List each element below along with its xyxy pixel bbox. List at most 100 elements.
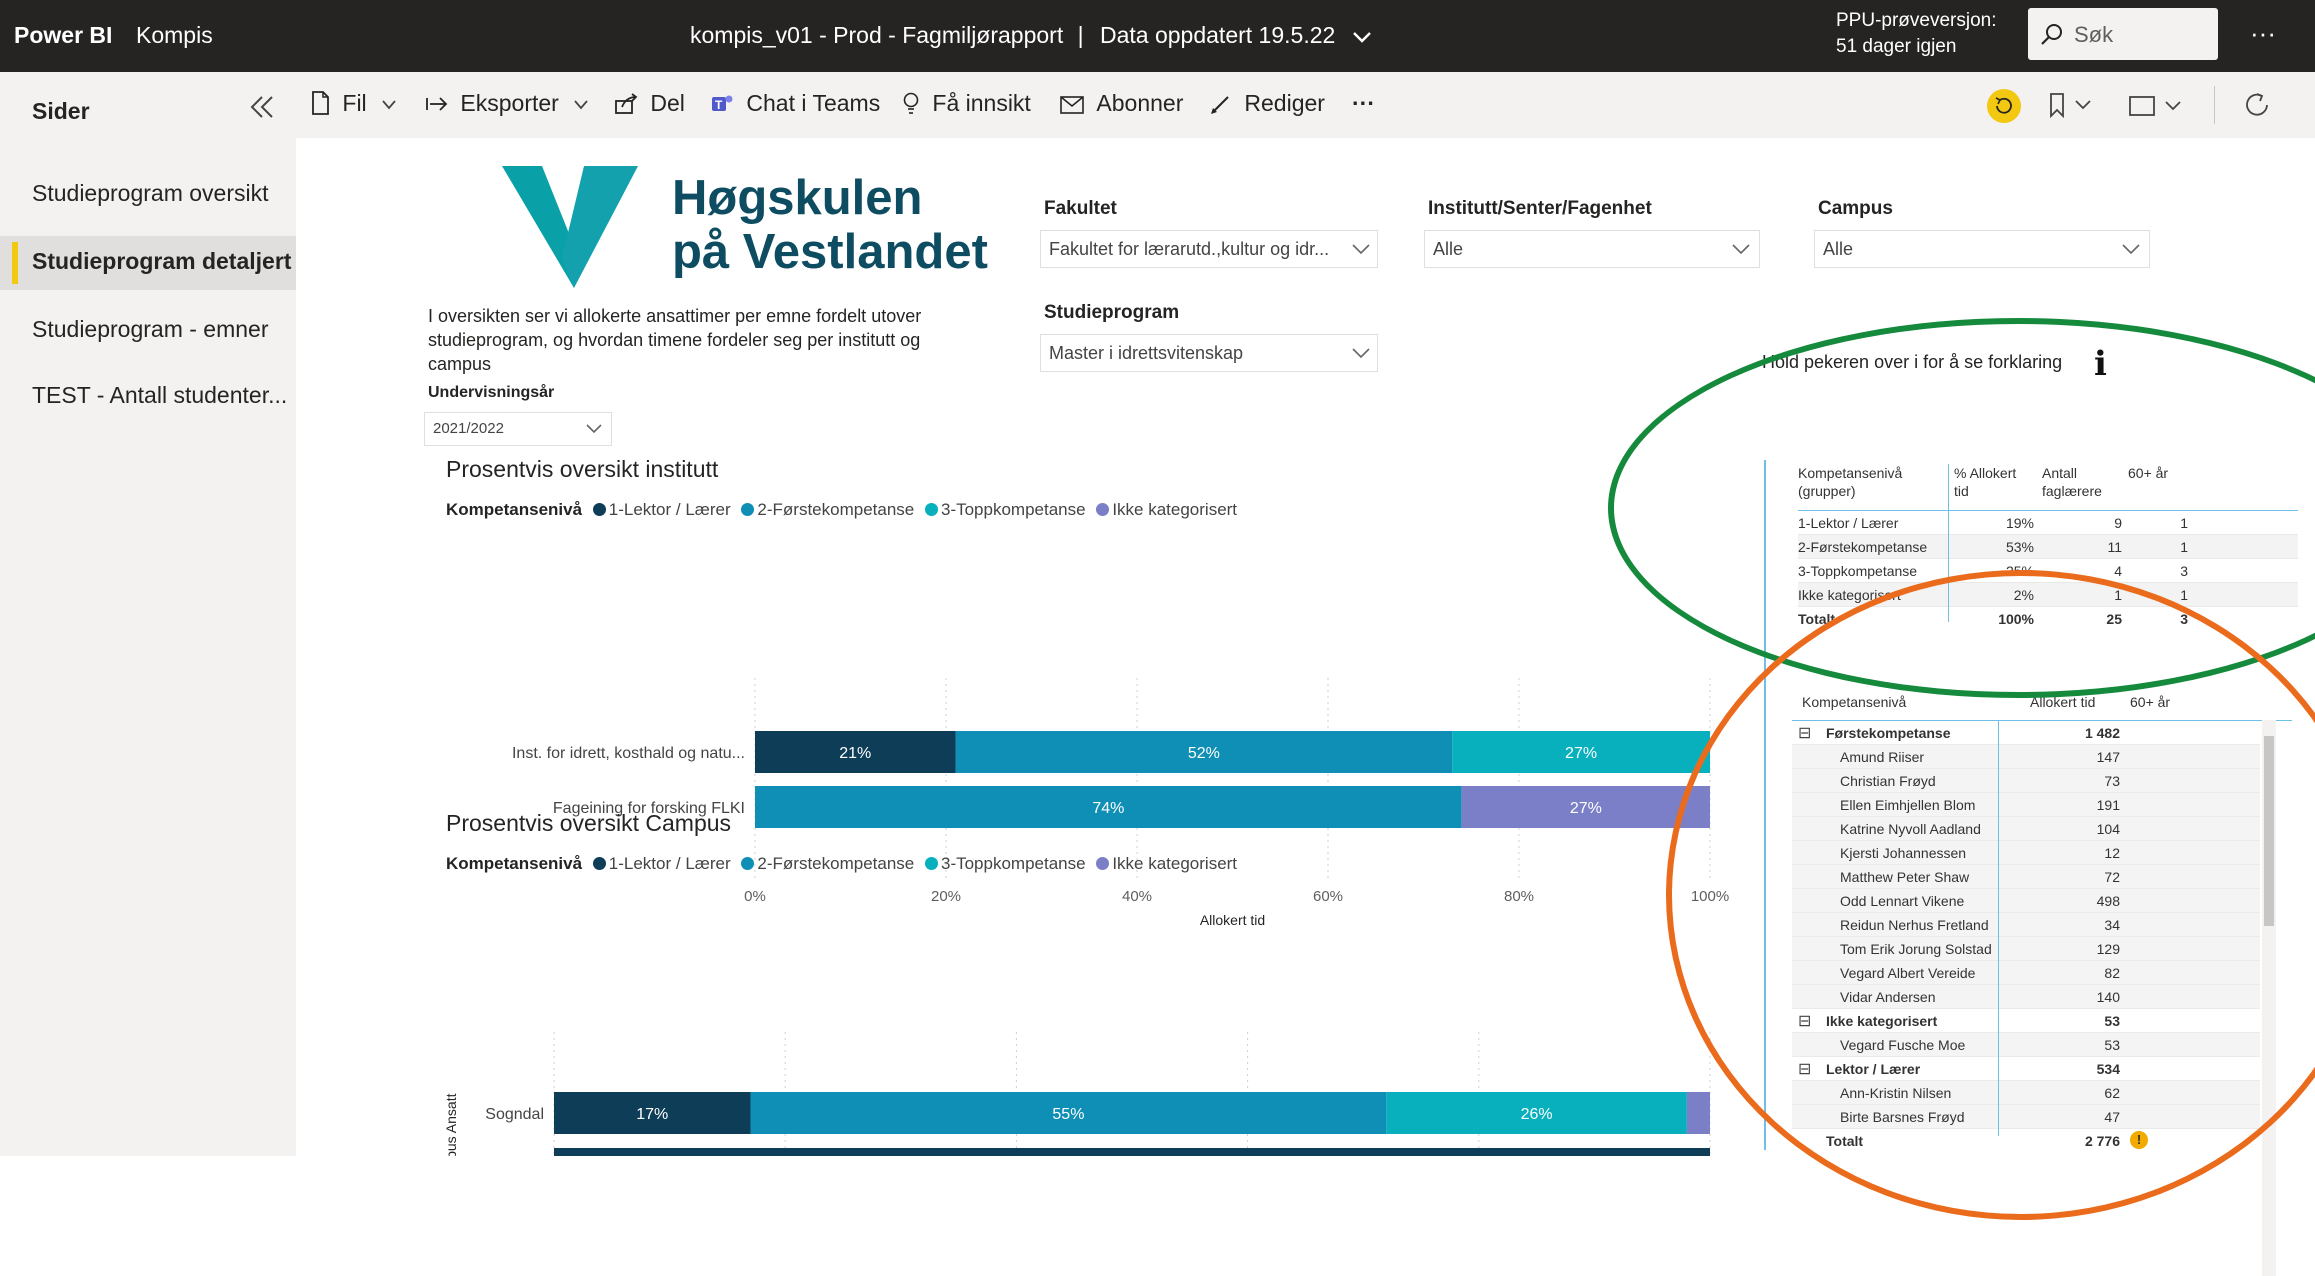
detail-total-row[interactable]: Totalt 2 776!: [1792, 1129, 2260, 1152]
header-line: faglærere: [2042, 483, 2102, 499]
file-menu[interactable]: Fil: [310, 90, 397, 117]
refresh-icon[interactable]: [2242, 90, 2272, 120]
table-row[interactable]: Vegard Fusche Moe 53: [1792, 1033, 2260, 1057]
summary-header-cell[interactable]: Kompetansenivå (grupper): [1798, 464, 1902, 500]
collapse-pane-icon[interactable]: [248, 94, 276, 120]
column-divider: [1948, 464, 1949, 622]
edit-button[interactable]: Rediger: [1210, 90, 1325, 117]
view-icon[interactable]: [2128, 94, 2190, 118]
data-label: 74%: [1092, 800, 1124, 817]
chart1-legend: Kompetansenivå 1-Lektor / Lærer 2-Første…: [446, 500, 1238, 519]
detail-header-cell[interactable]: Kompetansenivå: [1802, 694, 1906, 710]
row-value: 140: [2096, 989, 2120, 1005]
nav-item-test-antall-studenter[interactable]: TEST - Antall studenter...: [32, 382, 287, 409]
data-label: 55%: [1052, 1106, 1084, 1123]
detail-header-cell[interactable]: Allokert tid: [2030, 694, 2095, 710]
powerbi-brand[interactable]: Power BI: [14, 22, 112, 49]
legend-item-ikke[interactable]: Ikke kategorisert: [1090, 854, 1237, 873]
info-icon[interactable]: i: [2094, 344, 2107, 384]
row-value: 12: [2104, 845, 2120, 861]
table-row[interactable]: Amund Riiser 147: [1792, 745, 2260, 769]
table-row[interactable]: Ann-Kristin Nilsen 62: [1792, 1081, 2260, 1105]
collapse-toggle-icon[interactable]: ⊟: [1798, 1059, 1811, 1079]
row-label: Odd Lennart Vikene: [1840, 893, 1965, 909]
table-row[interactable]: Reidun Nerhus Fretland 34: [1792, 913, 2260, 937]
group-row[interactable]: ⊟ Ikke kategorisert 53: [1792, 1009, 2260, 1033]
row-value: 47: [2104, 1109, 2120, 1125]
table-row[interactable]: 2-Førstekompetanse 53% 11 1: [1798, 535, 2298, 559]
institute-filter-label: Institutt/Senter/Fagenhet: [1428, 198, 1652, 219]
reset-icon[interactable]: [1986, 88, 2022, 124]
chevron-down-icon: [1352, 244, 1370, 255]
bookmark-icon[interactable]: [2048, 92, 2098, 118]
chat-in-teams-button[interactable]: T Chat i Teams: [710, 90, 880, 117]
workspace-link[interactable]: Kompis: [136, 22, 213, 49]
table-row[interactable]: Ellen Eimhjellen Blom 191: [1792, 793, 2260, 817]
table-row[interactable]: Ikke kategorisert 2% 1 1: [1798, 583, 2298, 607]
search-box[interactable]: Søk: [2028, 8, 2218, 60]
table-row[interactable]: 3-Toppkompetanse 25% 4 3: [1798, 559, 2298, 583]
get-insights-button[interactable]: Få innsikt: [902, 90, 1031, 117]
campus-filter-dropdown[interactable]: Alle: [1814, 230, 2150, 268]
summary-total-row[interactable]: Totalt 100% 25 3: [1798, 607, 2298, 630]
share-button[interactable]: Del: [614, 90, 685, 117]
legend-item-forste[interactable]: 2-Førstekompetanse: [735, 854, 914, 873]
row-label: Ikke kategorisert: [1826, 1013, 1938, 1029]
summary-header-cell[interactable]: Antall faglærere: [2042, 464, 2102, 500]
summary-header-cell[interactable]: % Allokert tid: [1954, 464, 2016, 500]
data-label: 26%: [1521, 1106, 1553, 1123]
bar-segment[interactable]: [1686, 1092, 1710, 1134]
nav-item-studieprogram-emner[interactable]: Studieprogram - emner: [32, 316, 269, 343]
legend-item-forste[interactable]: 2-Førstekompetanse: [735, 500, 914, 519]
table-row[interactable]: Tom Erik Jorung Solstad 129: [1792, 937, 2260, 961]
more-options-button[interactable]: ···: [2250, 18, 2276, 49]
nav-item-studieprogram-detaljert[interactable]: Studieprogram detaljert: [32, 248, 291, 275]
collapse-toggle-icon[interactable]: ⊟: [1798, 1011, 1811, 1031]
nav-item-studieprogram-oversikt[interactable]: Studieprogram oversikt: [32, 180, 269, 207]
toolbar-more-button[interactable]: ···: [1352, 90, 1375, 117]
table-row[interactable]: Christian Frøyd 73: [1792, 769, 2260, 793]
legend-item-lektor[interactable]: 1-Lektor / Lærer: [587, 854, 731, 873]
program-filter-dropdown[interactable]: Master i idrettsvitenskap: [1040, 334, 1378, 372]
table-row[interactable]: Katrine Nyvoll Aadland 104: [1792, 817, 2260, 841]
table-cell: 19%: [2005, 515, 2034, 531]
export-menu[interactable]: Eksporter: [424, 90, 589, 117]
table-row[interactable]: Kjersti Johannessen 12: [1792, 841, 2260, 865]
year-filter-label: Undervisningsår: [428, 384, 555, 401]
legend-item-topp[interactable]: 3-Toppkompetanse: [919, 854, 1086, 873]
detail-header-cell[interactable]: 60+ år: [2130, 694, 2170, 710]
table-row[interactable]: Vegard Albert Vereide 82: [1792, 961, 2260, 985]
warning-icon[interactable]: !: [2130, 1131, 2148, 1149]
legend-item-lektor[interactable]: 1-Lektor / Lærer: [587, 500, 731, 519]
detail-scrollbar[interactable]: [2262, 720, 2276, 1276]
campus-filter-label: Campus: [1818, 198, 1893, 219]
row-value: 62: [2104, 1085, 2120, 1101]
data-updated-dropdown[interactable]: Data oppdatert 19.5.22: [1100, 22, 1372, 49]
subscribe-button[interactable]: Abonner: [1060, 90, 1183, 117]
table-row[interactable]: 1-Lektor / Lærer 19% 9 1: [1798, 511, 2298, 535]
scrollbar-thumb[interactable]: [2264, 736, 2274, 926]
faculty-filter-dropdown[interactable]: Fakultet for lærarutd.,kultur og idr...: [1040, 230, 1378, 268]
collapse-toggle-icon[interactable]: ⊟: [1798, 723, 1811, 743]
legend-item-topp[interactable]: 3-Toppkompetanse: [919, 500, 1086, 519]
table-row[interactable]: Matthew Peter Shaw 72: [1792, 865, 2260, 889]
group-row[interactable]: ⊟ Lektor / Lærer 534: [1792, 1057, 2260, 1081]
svg-text:T: T: [715, 98, 723, 112]
table-row[interactable]: Odd Lennart Vikene 498: [1792, 889, 2260, 913]
row-label: Vegard Albert Vereide: [1840, 965, 1976, 981]
year-filter-dropdown[interactable]: 2021/2022: [424, 412, 612, 446]
table-row[interactable]: Vidar Andersen 140: [1792, 985, 2260, 1009]
top-bar: Power BI Kompis kompis_v01 - Prod - Fagm…: [0, 0, 2315, 72]
table-cell: 2-Førstekompetanse: [1798, 539, 1928, 555]
table-row[interactable]: Birte Barsnes Frøyd 47: [1792, 1105, 2260, 1129]
chevron-down-icon: [574, 100, 588, 110]
group-row[interactable]: ⊟ Førstekompetanse 1 482: [1792, 721, 2260, 745]
bar-segment[interactable]: [554, 1148, 1710, 1156]
legend-item-ikke[interactable]: Ikke kategorisert: [1090, 500, 1237, 519]
summary-header-cell[interactable]: 60+ år: [2128, 464, 2168, 482]
table-cell: 4: [2114, 563, 2122, 579]
row-value: 534: [2096, 1061, 2120, 1077]
search-placeholder: Søk: [2074, 22, 2114, 47]
institute-filter-dropdown[interactable]: Alle: [1424, 230, 1760, 268]
header-line: Antall: [2042, 465, 2078, 481]
